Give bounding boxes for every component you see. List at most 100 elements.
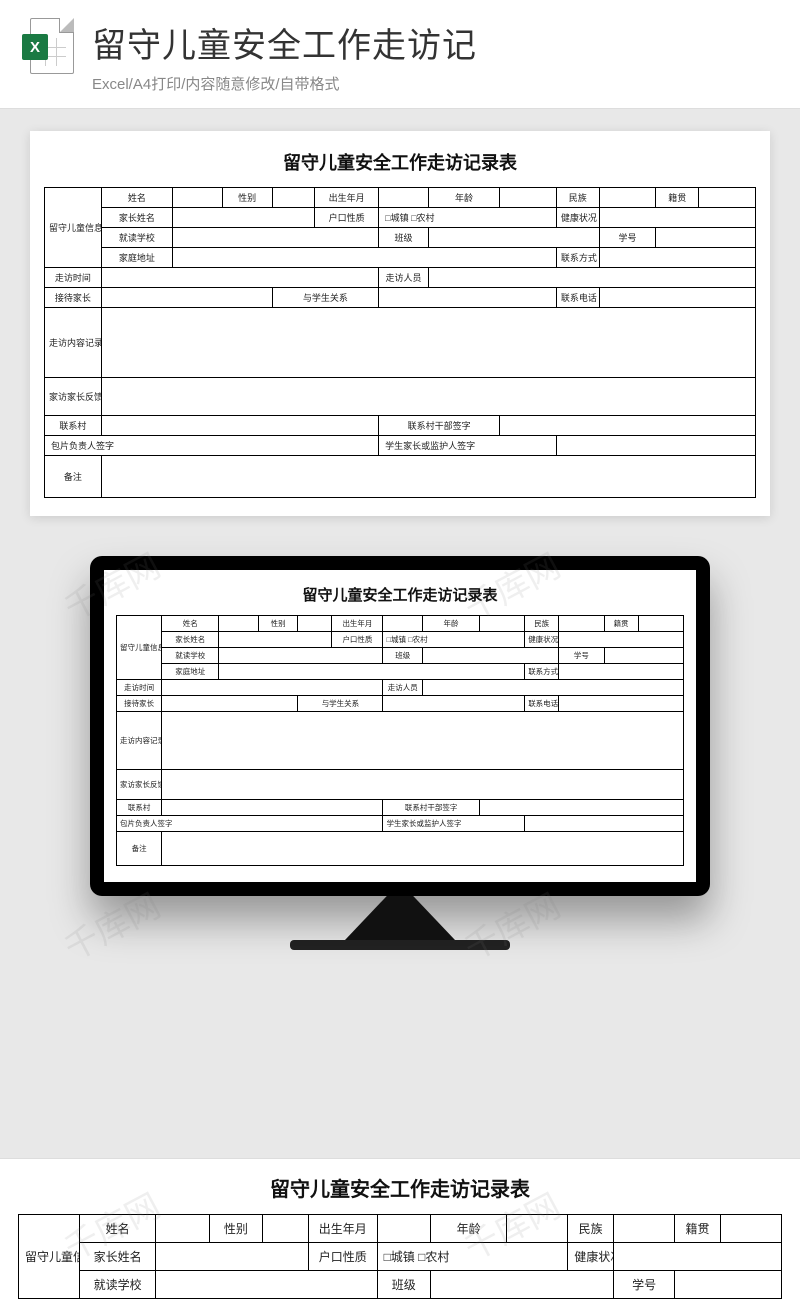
cell-info-block: 留守儿童信息 bbox=[45, 188, 102, 268]
bcell: 户口性质 bbox=[308, 1243, 377, 1271]
bcell: 姓名 bbox=[80, 1215, 156, 1243]
cell-age-label: 年龄 bbox=[428, 188, 499, 208]
mcell: 走访内容记录 bbox=[117, 712, 162, 770]
bcell bbox=[614, 1215, 675, 1243]
cell-ethnic-value bbox=[599, 188, 656, 208]
bcell: 家长姓名 bbox=[80, 1243, 156, 1271]
mcell: 学号 bbox=[559, 648, 604, 664]
cell-parent-value bbox=[172, 208, 314, 228]
bcell: 年龄 bbox=[430, 1215, 506, 1243]
mcell: 备注 bbox=[117, 832, 162, 866]
cell-address-value bbox=[172, 248, 556, 268]
mcell: □城镇 □农村 bbox=[383, 632, 525, 648]
bcell: 就读学校 bbox=[80, 1271, 156, 1299]
bcell: 性别 bbox=[209, 1215, 262, 1243]
form-title-monitor: 留守儿童安全工作走访记录表 bbox=[116, 584, 684, 605]
mcell: 出生年月 bbox=[332, 616, 383, 632]
excel-icon: X bbox=[22, 18, 78, 74]
bcell: 健康状况 bbox=[568, 1243, 614, 1271]
bcell bbox=[156, 1215, 209, 1243]
bcell bbox=[156, 1271, 377, 1299]
monitor-base bbox=[290, 940, 510, 950]
page-header: X 留守儿童安全工作走访记 Excel/A4打印/内容随意修改/自带格式 bbox=[0, 0, 800, 109]
cell-visittime-label: 走访时间 bbox=[45, 268, 102, 288]
cell-birth-value bbox=[379, 188, 429, 208]
bcell: 学号 bbox=[614, 1271, 675, 1299]
cell-receiver-value bbox=[101, 288, 272, 308]
mcell: 包片负责人签字 bbox=[117, 816, 383, 832]
mcell bbox=[219, 664, 525, 680]
cell-contact-label: 联系方式 bbox=[556, 248, 599, 268]
form-title-bottom: 留守儿童安全工作走访记录表 bbox=[0, 1173, 800, 1202]
cell-relation-value bbox=[379, 288, 557, 308]
cell-ethnic-label: 民族 bbox=[556, 188, 599, 208]
cell-gender-label: 性别 bbox=[222, 188, 272, 208]
monitor-frame: 留守儿童安全工作走访记录表 留守儿童信息姓名性别出生年月年龄民族籍贯 家长姓名户… bbox=[90, 556, 710, 896]
table-row: 家长姓名 户口性质 □城镇 □农村 健康状况 bbox=[45, 208, 756, 228]
excel-badge: X bbox=[22, 34, 48, 60]
mcell bbox=[219, 632, 332, 648]
mcell bbox=[162, 696, 298, 712]
mcell: 民族 bbox=[525, 616, 559, 632]
cell-feedback-value bbox=[101, 378, 755, 416]
cell-village-label: 联系村 bbox=[45, 416, 102, 436]
mcell: 班级 bbox=[383, 648, 423, 664]
table-row: 就读学校 班级 学号 bbox=[45, 228, 756, 248]
cell-studentno-value bbox=[656, 228, 756, 248]
cell-remarks-label: 备注 bbox=[45, 456, 102, 498]
mcell bbox=[559, 696, 684, 712]
bcell: □城镇 □农村 bbox=[377, 1243, 568, 1271]
mcell bbox=[423, 680, 684, 696]
cell-grade-label: 班级 bbox=[379, 228, 429, 248]
table-row: 接待家长 与学生关系 联系电话 bbox=[45, 288, 756, 308]
mcell bbox=[162, 800, 383, 816]
monitor-mockup: 留守儿童安全工作走访记录表 留守儿童信息姓名性别出生年月年龄民族籍贯 家长姓名户… bbox=[30, 556, 770, 950]
cell-receiver-label: 接待家长 bbox=[45, 288, 102, 308]
cell-villagesign-value bbox=[500, 416, 756, 436]
mcell: 联系方式 bbox=[525, 664, 559, 680]
table-row: 备注 bbox=[45, 456, 756, 498]
mcell bbox=[525, 816, 684, 832]
cell-health-value bbox=[599, 208, 755, 228]
mcell: 接待家长 bbox=[117, 696, 162, 712]
table-row: 走访时间 走访人员 bbox=[45, 268, 756, 288]
cell-name-label: 姓名 bbox=[101, 188, 172, 208]
mcell bbox=[162, 770, 684, 800]
cell-origin-label: 籍贯 bbox=[656, 188, 699, 208]
bcell bbox=[377, 1215, 430, 1243]
mcell: 就读学校 bbox=[162, 648, 219, 664]
cell-village-value bbox=[101, 416, 378, 436]
cell-hukou-opts: □城镇 □农村 bbox=[379, 208, 557, 228]
bcell bbox=[507, 1215, 568, 1243]
mcell: 留守儿童信息 bbox=[117, 616, 162, 680]
mcell: 走访时间 bbox=[117, 680, 162, 696]
page-title: 留守儿童安全工作走访记 bbox=[92, 18, 477, 67]
cell-address-label: 家庭地址 bbox=[101, 248, 172, 268]
bcell bbox=[614, 1243, 782, 1271]
mcell bbox=[383, 696, 525, 712]
cell-guardiansign-value bbox=[556, 436, 755, 456]
monitor-screen: 留守儿童安全工作走访记录表 留守儿童信息姓名性别出生年月年龄民族籍贯 家长姓名户… bbox=[104, 570, 696, 882]
mcell bbox=[162, 712, 684, 770]
bcell bbox=[263, 1215, 309, 1243]
cell-relation-label: 与学生关系 bbox=[272, 288, 379, 308]
bcell: 出生年月 bbox=[308, 1215, 377, 1243]
mcell bbox=[162, 680, 383, 696]
cell-parent-label: 家长姓名 bbox=[101, 208, 172, 228]
mcell: 联系村干部签字 bbox=[383, 800, 479, 816]
cell-content-label: 走访内容记录 bbox=[45, 308, 102, 378]
record-form-table-monitor: 留守儿童信息姓名性别出生年月年龄民族籍贯 家长姓名户口性质□城镇 □农村健康状况… bbox=[116, 615, 684, 866]
mcell: 家庭地址 bbox=[162, 664, 219, 680]
cell-contact-value bbox=[599, 248, 755, 268]
cell-school-label: 就读学校 bbox=[101, 228, 172, 248]
mcell: 联系电话 bbox=[525, 696, 559, 712]
mcell: 年龄 bbox=[423, 616, 480, 632]
mcell: 学生家长或监护人签字 bbox=[383, 816, 525, 832]
mcell: 姓名 bbox=[162, 616, 219, 632]
cell-remarks-value bbox=[101, 456, 755, 498]
cell-school-value bbox=[172, 228, 378, 248]
cell-visitstaff-value bbox=[428, 268, 755, 288]
mcell bbox=[423, 648, 559, 664]
mcell bbox=[383, 616, 423, 632]
cell-health-label: 健康状况 bbox=[556, 208, 599, 228]
